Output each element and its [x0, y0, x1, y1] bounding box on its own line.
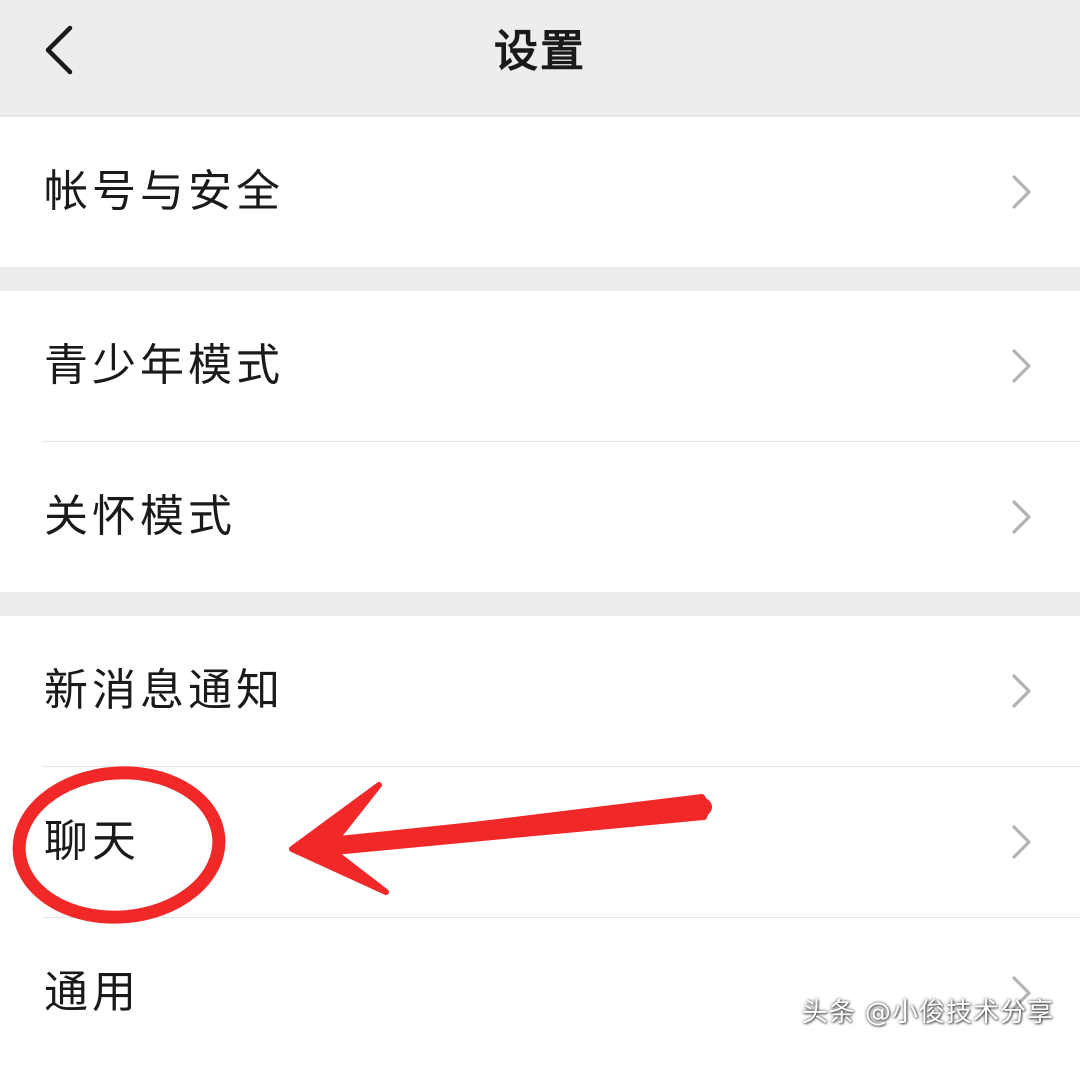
navigation-bar: 设置 [0, 0, 1080, 116]
settings-item-account-security[interactable]: 帐号与安全 [0, 117, 1080, 267]
settings-item-label: 聊天 [44, 816, 140, 867]
settings-item-label: 帐号与安全 [44, 166, 284, 217]
watermark: 头条 @小俊技术分享 [801, 998, 1054, 1028]
settings-item-notifications[interactable]: 新消息通知 [0, 616, 1080, 766]
chevron-right-icon [1012, 175, 1031, 209]
settings-item-care-mode[interactable]: 关怀模式 [0, 442, 1080, 592]
settings-item-label: 关怀模式 [44, 491, 236, 542]
settings-item-label: 通用 [44, 967, 140, 1018]
settings-item-label: 青少年模式 [44, 340, 284, 391]
settings-item-chat[interactable]: 聊天 [0, 767, 1080, 917]
chevron-right-icon [1012, 349, 1031, 383]
settings-item-youth-mode[interactable]: 青少年模式 [0, 291, 1080, 441]
settings-group-modes: 青少年模式 关怀模式 [0, 291, 1080, 592]
page-title: 设置 [494, 26, 586, 77]
chevron-right-icon [1012, 674, 1031, 708]
chevron-right-icon [1012, 825, 1031, 859]
chevron-right-icon [1012, 500, 1031, 534]
settings-group-account: 帐号与安全 [0, 117, 1080, 267]
settings-item-label: 新消息通知 [44, 665, 284, 716]
